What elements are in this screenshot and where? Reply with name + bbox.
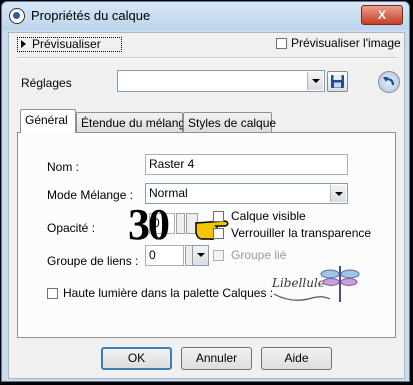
save-preset-button[interactable] — [327, 71, 348, 92]
title-bar: Propriétés du calque X — [2, 2, 409, 30]
tab-blend-range[interactable]: Étendue du mélange — [76, 112, 192, 132]
floppy-disk-icon — [331, 75, 344, 88]
highlight-checkbox[interactable] — [47, 288, 58, 299]
name-input[interactable]: Raster 4 — [145, 154, 348, 175]
opacity-overlay-number: 30 — [128, 200, 170, 249]
tab-general[interactable]: Général — [20, 109, 76, 133]
link-group-label: Groupe de liens : — [47, 254, 139, 268]
preview-image-label: Prévisualiser l'image — [291, 36, 401, 50]
highlight-label: Haute lumière dans la palette Calques : — [63, 286, 274, 300]
opacity-spinner[interactable] — [176, 213, 185, 234]
blend-mode-label: Mode Mélange : — [47, 188, 134, 202]
chevron-down-icon[interactable] — [192, 245, 209, 266]
link-group-input[interactable]: 0 — [145, 245, 184, 266]
watermark-underline — [273, 293, 331, 301]
close-button[interactable]: X — [361, 5, 403, 25]
chevron-down-icon[interactable] — [330, 185, 346, 202]
presets-select[interactable] — [117, 70, 325, 92]
cancel-button[interactable]: Annuler — [181, 347, 252, 370]
preview-label: Prévisualiser — [32, 37, 101, 51]
reset-button[interactable] — [378, 71, 400, 93]
watermark-logo: Libellule — [272, 258, 362, 313]
undo-arrow-icon — [383, 77, 395, 86]
chevron-down-icon[interactable] — [307, 72, 323, 90]
visible-checkbox[interactable] — [213, 211, 224, 222]
dialog-body: Prévisualiser Prévisualiser l'image Régl… — [8, 32, 405, 379]
layer-properties-dialog: Propriétés du calque X Prévisualiser Pré… — [1, 1, 410, 382]
opacity-label: Opacité : — [47, 221, 96, 235]
blend-mode-select[interactable]: Normal — [145, 183, 348, 204]
separator — [17, 57, 397, 59]
ok-button[interactable]: OK — [101, 347, 172, 370]
preview-image-checkbox[interactable] — [276, 38, 287, 49]
tab-layer-styles[interactable]: Styles de calque — [183, 112, 276, 132]
window-title: Propriétés du calque — [31, 8, 151, 23]
name-label: Nom : — [47, 160, 80, 174]
linked-group-checkbox[interactable] — [213, 250, 224, 261]
app-icon — [9, 8, 25, 24]
general-tab-panel: Nom : Raster 4 Mode Mélange : Normal Opa… — [17, 132, 396, 338]
presets-label: Réglages — [21, 76, 72, 90]
preview-toggle[interactable]: Prévisualiser — [17, 37, 122, 52]
play-triangle-icon — [21, 40, 26, 48]
lock-transparency-checkbox[interactable] — [213, 228, 224, 239]
help-button[interactable]: Aide — [261, 347, 332, 370]
link-group-dropdown[interactable] — [192, 245, 209, 266]
visible-label: Calque visible — [231, 209, 306, 223]
lock-transparency-label: Verrouiller la transparence — [231, 226, 372, 240]
